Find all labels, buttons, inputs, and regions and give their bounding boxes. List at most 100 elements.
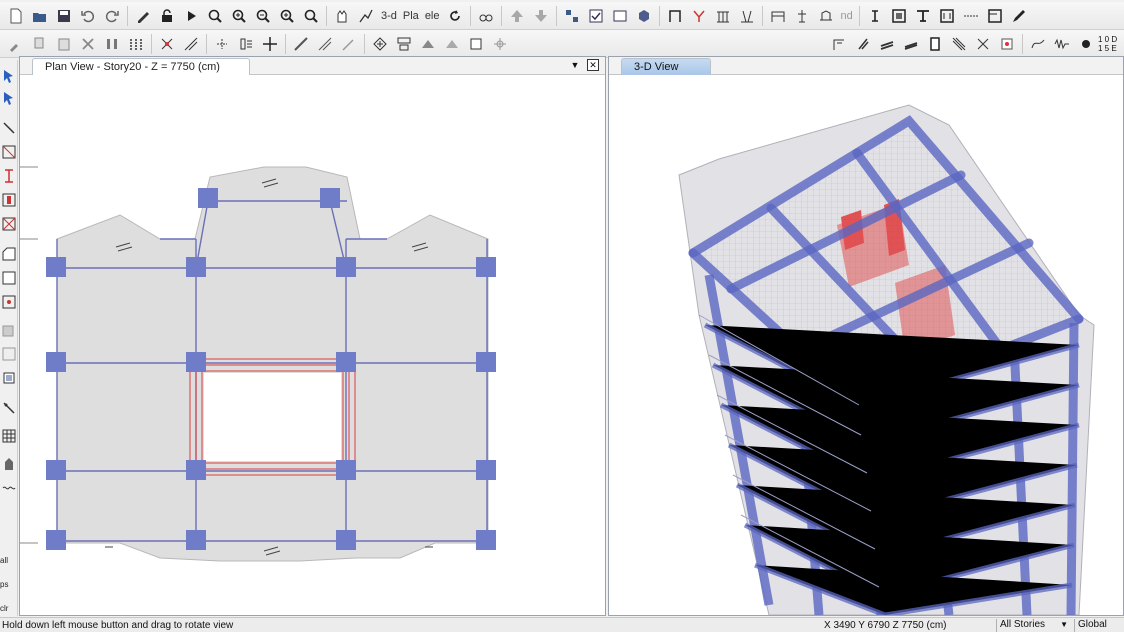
info-icon[interactable] bbox=[997, 34, 1017, 54]
draw-area-icon[interactable] bbox=[1, 246, 17, 262]
section-icon[interactable] bbox=[466, 34, 486, 54]
rubber-band-icon[interactable] bbox=[356, 6, 376, 26]
snap-icon[interactable] bbox=[181, 34, 201, 54]
draw-wall-icon[interactable] bbox=[1, 322, 17, 338]
redo-icon[interactable] bbox=[102, 6, 122, 26]
left-label-ps[interactable]: ps bbox=[0, 580, 8, 589]
save-icon[interactable] bbox=[54, 6, 74, 26]
draw-column-icon[interactable] bbox=[1, 168, 17, 184]
curve-icon[interactable] bbox=[1028, 34, 1048, 54]
beam-icon[interactable] bbox=[949, 34, 969, 54]
pan-icon[interactable] bbox=[332, 6, 352, 26]
group-icon[interactable] bbox=[442, 34, 462, 54]
edit-pen-icon[interactable] bbox=[1009, 6, 1029, 26]
left-label-clr[interactable]: clr bbox=[0, 604, 8, 613]
frame-icon[interactable] bbox=[665, 6, 685, 26]
align-icon[interactable] bbox=[961, 6, 981, 26]
draw-section-icon[interactable] bbox=[768, 6, 788, 26]
analysis-icon[interactable] bbox=[901, 34, 921, 54]
view-plan-button[interactable]: Pla bbox=[400, 10, 422, 22]
divide-icon[interactable] bbox=[291, 34, 311, 54]
zoom-previous-icon[interactable] bbox=[301, 6, 321, 26]
plan-drawing[interactable] bbox=[20, 75, 605, 615]
clear-icon[interactable] bbox=[937, 6, 957, 26]
close-pane-button[interactable]: ✕ bbox=[587, 59, 599, 71]
3d-building-model[interactable] bbox=[609, 75, 1123, 615]
wave-icon[interactable] bbox=[1052, 34, 1072, 54]
check-icon[interactable] bbox=[853, 34, 873, 54]
joint-icon[interactable] bbox=[689, 6, 709, 26]
grid-icon[interactable] bbox=[985, 6, 1005, 26]
model-icon[interactable] bbox=[829, 34, 849, 54]
view-elevation-button[interactable]: ele bbox=[422, 10, 443, 22]
edit-icon[interactable] bbox=[212, 34, 232, 54]
move-icon[interactable] bbox=[157, 34, 177, 54]
brush-icon[interactable] bbox=[6, 34, 26, 54]
perspective-icon[interactable] bbox=[476, 6, 496, 26]
chart-icon[interactable] bbox=[973, 34, 993, 54]
bar-chart-icon[interactable] bbox=[126, 34, 146, 54]
display-icon[interactable] bbox=[370, 34, 390, 54]
zoom-window-icon[interactable] bbox=[205, 6, 225, 26]
draw-brace-icon[interactable] bbox=[1, 144, 17, 160]
3d-view-tab[interactable]: 3-D View bbox=[621, 58, 711, 75]
copy-icon[interactable] bbox=[30, 34, 50, 54]
new-file-icon[interactable] bbox=[6, 6, 26, 26]
replicate-icon[interactable] bbox=[102, 34, 122, 54]
draw-section-cut-icon[interactable] bbox=[1, 400, 17, 416]
move-down-icon[interactable] bbox=[531, 6, 551, 26]
select-icon[interactable] bbox=[339, 34, 359, 54]
3d-view-canvas[interactable] bbox=[609, 75, 1123, 615]
undo-icon[interactable] bbox=[78, 6, 98, 26]
draw-opening-icon[interactable] bbox=[1, 346, 17, 362]
open-file-icon[interactable] bbox=[30, 6, 50, 26]
deform-icon[interactable] bbox=[816, 6, 836, 26]
pencil-icon[interactable] bbox=[133, 6, 153, 26]
draw-line-icon[interactable] bbox=[1, 120, 17, 136]
rotate-icon[interactable] bbox=[445, 6, 465, 26]
move-up-icon[interactable] bbox=[507, 6, 527, 26]
delete-icon[interactable] bbox=[78, 34, 98, 54]
zoom-out-icon[interactable] bbox=[253, 6, 273, 26]
plan-view-canvas[interactable] bbox=[20, 75, 605, 615]
reshape-icon[interactable] bbox=[1, 90, 17, 106]
set-display-icon[interactable] bbox=[610, 6, 630, 26]
draw-cross-icon[interactable] bbox=[1, 216, 17, 232]
design-icon[interactable] bbox=[490, 34, 510, 54]
release-icon[interactable] bbox=[925, 34, 945, 54]
force-icon[interactable] bbox=[792, 6, 812, 26]
label-icon[interactable] bbox=[713, 6, 733, 26]
join-icon[interactable] bbox=[315, 34, 335, 54]
zoom-restore-icon[interactable] bbox=[277, 6, 297, 26]
draw-point-icon[interactable] bbox=[1, 294, 17, 310]
view-3d-button[interactable]: 3-d bbox=[378, 10, 400, 22]
coordinate-system-selector[interactable]: Global bbox=[1074, 619, 1124, 632]
draw-beam-icon[interactable] bbox=[1, 192, 17, 208]
plan-view-tab[interactable]: Plan View - Story20 - Z = 7750 (cm) bbox=[32, 58, 250, 75]
run-icon[interactable] bbox=[181, 6, 201, 26]
paste-icon[interactable] bbox=[54, 34, 74, 54]
draw-grid-icon[interactable] bbox=[1, 428, 17, 444]
window-list-dropdown[interactable]: ▼ bbox=[569, 59, 581, 71]
zoom-in-icon[interactable] bbox=[229, 6, 249, 26]
lines-icon[interactable] bbox=[865, 6, 885, 26]
lock-icon[interactable] bbox=[157, 6, 177, 26]
show-checkbox-icon[interactable] bbox=[586, 6, 606, 26]
draw-dimension-icon[interactable] bbox=[1, 456, 17, 472]
get-previous-icon[interactable] bbox=[913, 6, 933, 26]
stories-selector[interactable]: All Stories ▼ bbox=[996, 619, 1072, 632]
draw-rect-icon[interactable] bbox=[1, 270, 17, 286]
mesh-icon[interactable] bbox=[418, 34, 438, 54]
left-label-all[interactable]: all bbox=[0, 556, 8, 565]
reset-icon[interactable] bbox=[1076, 34, 1096, 54]
select-all-icon[interactable] bbox=[889, 6, 909, 26]
move-arrows-icon[interactable] bbox=[260, 34, 280, 54]
draw-spring-icon[interactable] bbox=[1, 480, 17, 496]
load-icon[interactable] bbox=[877, 34, 897, 54]
area-icon[interactable] bbox=[394, 34, 414, 54]
object-shrink-icon[interactable] bbox=[562, 6, 582, 26]
pointer-icon[interactable] bbox=[1, 68, 17, 84]
merge-icon[interactable] bbox=[236, 34, 256, 54]
mirror-icon[interactable] bbox=[737, 6, 757, 26]
draw-link-icon[interactable] bbox=[1, 370, 17, 386]
